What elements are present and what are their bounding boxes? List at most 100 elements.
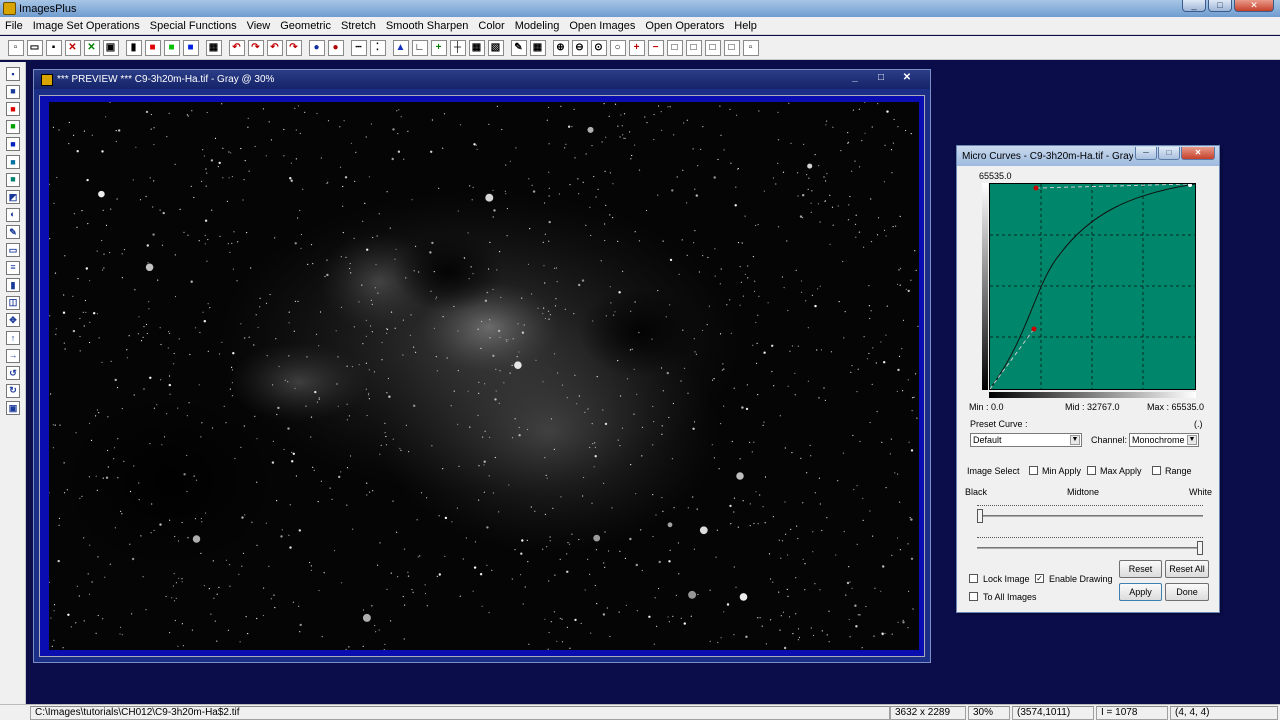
range-checkbox[interactable] xyxy=(1152,466,1161,475)
new-file-icon[interactable]: ▫ xyxy=(7,39,24,56)
plus-box-icon[interactable]: + xyxy=(628,39,645,56)
dialog-minimize-button[interactable]: ─ xyxy=(1135,147,1157,160)
copy-icon[interactable]: ▣ xyxy=(102,39,119,56)
curve-control-point[interactable] xyxy=(1031,326,1037,332)
pencil-icon[interactable]: ✎ xyxy=(6,225,20,240)
move-icon[interactable]: ✥ xyxy=(6,313,20,328)
minus-box-icon[interactable]: − xyxy=(647,39,664,56)
red-channel-icon[interactable]: ■ xyxy=(144,39,161,56)
menu-modeling[interactable]: Modeling xyxy=(510,20,565,32)
menu-color[interactable]: Color xyxy=(473,20,509,32)
apply-button[interactable]: Apply xyxy=(1119,583,1162,601)
preview-maximize-button[interactable]: □ xyxy=(870,72,892,85)
points-icon[interactable]: ⁚ xyxy=(369,39,386,56)
menu-file[interactable]: File xyxy=(0,20,28,32)
blue-channel-icon[interactable]: ■ xyxy=(182,39,199,56)
menu-image-set-operations[interactable]: Image Set Operations xyxy=(28,20,145,32)
rotate-left-icon[interactable]: ↺ xyxy=(6,366,20,381)
black-point-slider-thumb[interactable] xyxy=(977,509,983,523)
record-icon[interactable]: ● xyxy=(308,39,325,56)
menu-view[interactable]: View xyxy=(242,20,276,32)
zoom-fit-icon[interactable]: ⊙ xyxy=(590,39,607,56)
app-close-button[interactable]: ✕ xyxy=(1234,0,1274,12)
green-swatch-icon[interactable]: ■ xyxy=(6,119,20,134)
dotted-line-icon[interactable]: ┄ xyxy=(350,39,367,56)
menu-special-functions[interactable]: Special Functions xyxy=(145,20,242,32)
square-outline-icon[interactable]: □ xyxy=(666,39,683,56)
lock-image-checkbox[interactable] xyxy=(969,574,978,583)
menu-stretch[interactable]: Stretch xyxy=(336,20,381,32)
app-minimize-button[interactable]: _ xyxy=(1182,0,1206,12)
curve-editor[interactable] xyxy=(989,183,1196,390)
rgb-channels-icon[interactable]: ▮ xyxy=(125,39,142,56)
dialog-title-bar[interactable]: Micro Curves - C9-3h20m-Ha.tif - Gray...… xyxy=(957,146,1219,166)
redo-all-icon[interactable]: ↷ xyxy=(285,39,302,56)
black-bar-icon[interactable]: ▮ xyxy=(6,278,20,293)
undo-all-icon[interactable]: ↶ xyxy=(266,39,283,56)
done-button[interactable]: Done xyxy=(1165,583,1209,601)
reset-all-button[interactable]: Reset All xyxy=(1165,560,1209,578)
preview-minimize-button[interactable]: _ xyxy=(844,72,866,85)
app-maximize-button[interactable]: □ xyxy=(1208,0,1232,12)
pencil-icon[interactable]: ✎ xyxy=(510,39,527,56)
chevron-down-icon[interactable]: ▼ xyxy=(1187,435,1197,445)
cyan-swatch-icon[interactable]: ■ xyxy=(6,155,20,169)
chevron-down-icon[interactable]: ▼ xyxy=(1070,435,1080,445)
zoom-in-icon[interactable]: ⊕ xyxy=(552,39,569,56)
levels-icon[interactable]: ≡ xyxy=(6,260,20,275)
histogram-icon[interactable]: ▲ xyxy=(392,39,409,56)
image-icon[interactable]: ▧ xyxy=(487,39,504,56)
open-folder-icon[interactable]: ▭ xyxy=(26,39,43,56)
white-point-slider-track[interactable] xyxy=(977,547,1203,549)
dialog-close-button[interactable]: ✕ xyxy=(1181,147,1215,160)
dialog-maximize-button[interactable]: □ xyxy=(1158,147,1180,160)
zoom-out-icon[interactable]: ⊖ xyxy=(571,39,588,56)
up-arrow-icon[interactable]: ↑ xyxy=(6,331,20,345)
min-apply-checkbox[interactable] xyxy=(1029,466,1038,475)
blue-swatch-icon[interactable]: ■ xyxy=(6,137,20,152)
cancel-icon[interactable]: ✕ xyxy=(83,39,100,56)
square-tiny-icon[interactable]: □ xyxy=(723,39,740,56)
gradient-icon[interactable]: ◐ xyxy=(6,207,20,222)
right-arrow-icon[interactable]: → xyxy=(6,348,20,363)
axis-icon[interactable]: ∟ xyxy=(411,39,428,56)
grid-icon[interactable]: ▦ xyxy=(468,39,485,56)
menu-help[interactable]: Help xyxy=(729,20,762,32)
red-swatch-icon[interactable]: ■ xyxy=(6,102,20,117)
zoom-actual-icon[interactable]: ○ xyxy=(609,39,626,56)
black-point-slider-track[interactable] xyxy=(977,515,1203,517)
square-small-icon[interactable]: □ xyxy=(685,39,702,56)
green-grid-icon[interactable]: ▦ xyxy=(205,39,222,56)
channel-select[interactable]: Monochrome ▼ xyxy=(1129,433,1199,447)
save-icon[interactable]: ▪ xyxy=(6,67,20,81)
enable-drawing-checkbox[interactable]: ✓ xyxy=(1035,574,1044,583)
menu-smooth-sharpen[interactable]: Smooth Sharpen xyxy=(381,20,474,32)
frame-icon[interactable]: ▣ xyxy=(6,401,20,416)
add-icon[interactable]: + xyxy=(430,39,447,56)
menu-geometric[interactable]: Geometric xyxy=(275,20,336,32)
nebula-image[interactable] xyxy=(49,102,919,650)
crosshair-icon[interactable]: ┼ xyxy=(449,39,466,56)
black-white-swatch-icon[interactable]: ◩ xyxy=(6,190,20,205)
delete-icon[interactable]: ✕ xyxy=(64,39,81,56)
redo-icon[interactable]: ↷ xyxy=(247,39,264,56)
green-channel-icon[interactable]: ■ xyxy=(163,39,180,56)
max-apply-checkbox[interactable] xyxy=(1087,466,1096,475)
preset-curve-select[interactable]: Default ▼ xyxy=(970,433,1082,447)
curve-end-point[interactable] xyxy=(1188,183,1192,187)
select-icon[interactable]: ◫ xyxy=(6,295,20,310)
black-swatch-icon[interactable]: ■ xyxy=(6,84,20,99)
teal-swatch-icon[interactable]: ■ xyxy=(6,172,20,187)
undo-icon[interactable]: ↶ xyxy=(228,39,245,56)
reset-button[interactable]: Reset xyxy=(1119,560,1162,578)
menu-open-images[interactable]: Open Images xyxy=(564,20,640,32)
rotate-right-icon[interactable]: ↻ xyxy=(6,383,20,398)
save-icon[interactable]: ▪ xyxy=(45,39,62,56)
square-dot-icon[interactable]: ▫ xyxy=(742,39,759,56)
curve-control-point[interactable] xyxy=(1033,185,1039,191)
table-icon[interactable]: ▦ xyxy=(529,39,546,56)
to-all-images-checkbox[interactable] xyxy=(969,592,978,601)
white-point-slider-thumb[interactable] xyxy=(1197,541,1203,555)
preview-title-bar[interactable]: *** PREVIEW *** C9-3h20m-Ha.tif - Gray @… xyxy=(34,70,930,89)
stop-record-icon[interactable]: ● xyxy=(327,39,344,56)
